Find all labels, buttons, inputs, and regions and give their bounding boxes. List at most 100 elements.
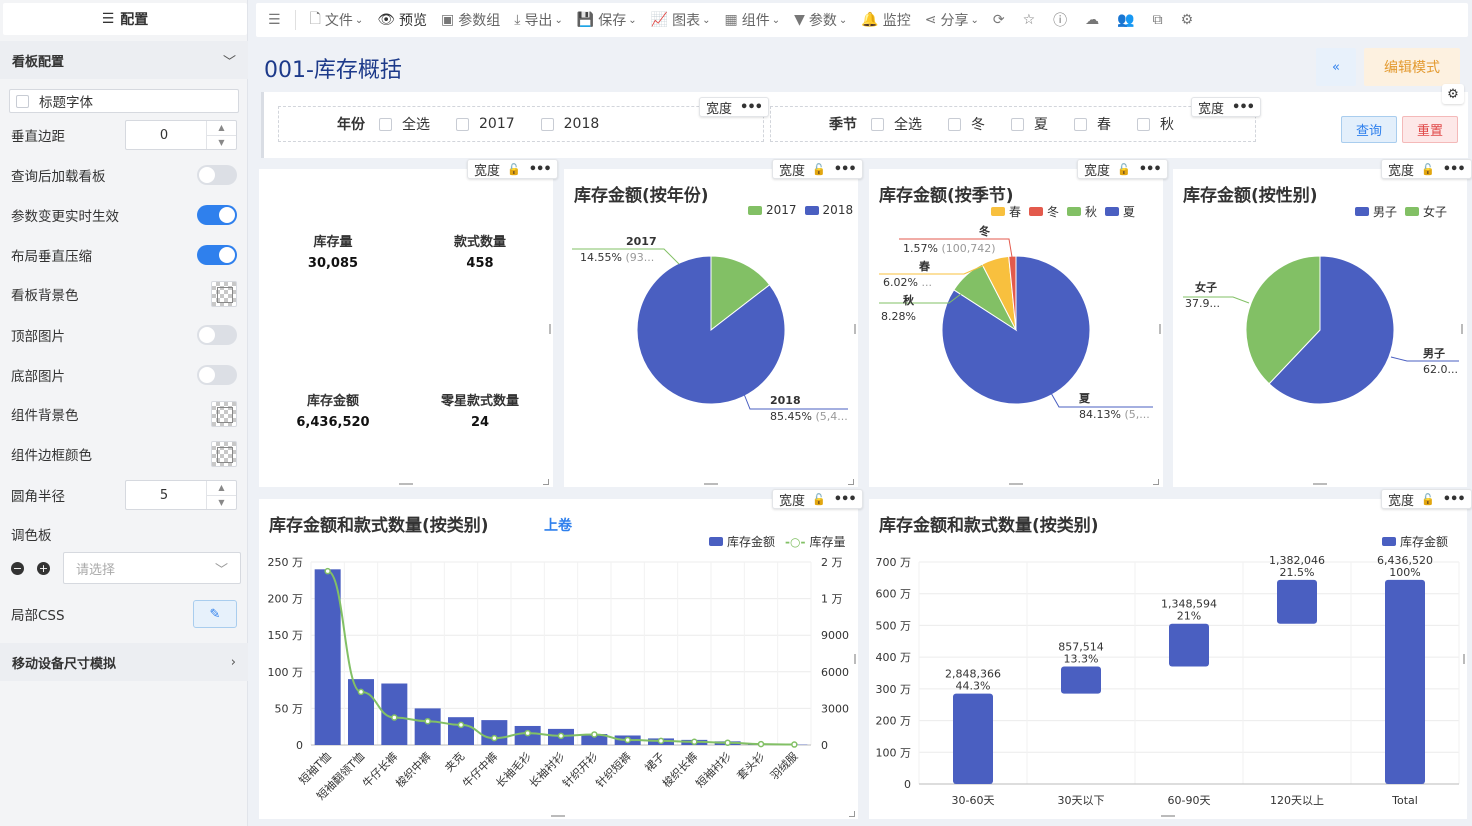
more-icon[interactable]: ••• — [740, 100, 763, 115]
cloud-icon[interactable]: ☁ — [1085, 12, 1099, 28]
pie-season-width-tag[interactable]: 宽度 🔓 ••• — [1077, 159, 1168, 179]
param-menu[interactable]: ▼ 参数 ⌄ — [794, 10, 847, 30]
kpi-width-tag[interactable]: 宽度 🔓 ••• — [467, 159, 558, 179]
title-font-checkbox[interactable]: 标题字体 — [9, 89, 239, 113]
resize-handle[interactable] — [1463, 654, 1465, 664]
resize-corner[interactable] — [849, 811, 855, 817]
increment-icon[interactable]: ▲ — [207, 121, 236, 136]
season-option-spring[interactable]: 春 — [1074, 114, 1111, 134]
waterfall-width-tag[interactable]: 宽度 🔓 ••• — [1381, 489, 1472, 509]
layout-compress-label: 布局垂直压缩 — [11, 249, 92, 265]
resize-handle[interactable] — [551, 815, 565, 817]
gear-icon[interactable]: ⚙ — [1442, 84, 1464, 104]
resize-corner[interactable] — [1153, 479, 1159, 485]
decrement-icon[interactable]: ▼ — [207, 136, 236, 150]
year-option-2018[interactable]: 2018 — [540, 116, 599, 132]
more-icon[interactable]: ••• — [529, 162, 552, 177]
season-option-winter[interactable]: 冬 — [948, 114, 985, 134]
season-option-autumn[interactable]: 秋 — [1137, 114, 1174, 134]
widget-menu[interactable]: ▦ 组件 ⌄ — [724, 10, 780, 30]
palette-select[interactable]: 请选择 ﹀ — [63, 552, 241, 584]
unlock-icon[interactable]: 🔓 — [1117, 163, 1131, 176]
season-option-all[interactable]: 全选 — [871, 114, 922, 134]
vertical-margin-input[interactable]: 0 ▲ ▼ — [125, 120, 237, 150]
remove-icon[interactable]: − — [11, 561, 24, 575]
collapse-button[interactable]: « — [1316, 48, 1356, 86]
category-bar-width-tag[interactable]: 宽度 🔓 ••• — [772, 489, 863, 509]
resize-handle[interactable] — [1161, 815, 1175, 817]
category-combo-chart: 250 万 2 万 200 万 1 万 150 万 9000 100 万 6000 50 万 30… — [268, 556, 850, 803]
save-menu[interactable]: 💾 保存 ⌄ — [577, 10, 637, 30]
more-icon[interactable]: ••• — [834, 492, 857, 507]
resize-handle[interactable] — [1461, 324, 1463, 334]
more-icon[interactable]: ••• — [1139, 162, 1162, 177]
pie-gender-width-tag[interactable]: 宽度 🔓 ••• — [1381, 159, 1472, 179]
param-realtime-label: 参数变更实时生效 — [11, 209, 119, 225]
load-after-query-toggle[interactable] — [197, 165, 237, 185]
season-filter-width-tag[interactable]: 宽度 ••• — [1191, 97, 1261, 117]
resize-corner[interactable] — [848, 479, 854, 485]
resize-handle[interactable] — [1009, 483, 1023, 485]
kpi-stock-qty: 库存量 30,085 — [273, 231, 393, 271]
more-icon[interactable]: ••• — [1443, 162, 1466, 177]
star-icon[interactable]: ☆ — [1023, 12, 1036, 28]
resize-handle[interactable] — [1159, 324, 1161, 334]
export-menu[interactable]: ⤓ 导出 ⌄ — [514, 10, 563, 30]
data-label: 春 — [919, 259, 931, 273]
resize-handle[interactable] — [549, 324, 551, 334]
share-menu[interactable]: ⋖ 分享 ⌄ — [925, 10, 979, 30]
unlock-icon[interactable]: 🔓 — [812, 163, 826, 176]
resize-handle[interactable] — [704, 483, 718, 485]
section-mobile-sim[interactable]: 移动设备尺寸模拟 › — [0, 643, 248, 681]
resize-handle[interactable] — [854, 324, 856, 334]
query-button[interactable]: 查询 — [1341, 116, 1397, 143]
edit-css-button[interactable]: ✎ — [193, 600, 237, 628]
copy-icon[interactable]: ⧉ — [1153, 12, 1163, 28]
layout-compress-toggle[interactable] — [197, 245, 237, 265]
unlock-icon[interactable]: 🔓 — [812, 493, 826, 506]
radius-input[interactable]: 5 ▲ ▼ — [125, 480, 237, 510]
pie-year-width-tag[interactable]: 宽度 🔓 ••• — [772, 159, 863, 179]
board-bg-color-picker[interactable] — [211, 281, 237, 307]
add-icon[interactable]: + — [37, 561, 50, 575]
decrement-icon[interactable]: ▼ — [207, 496, 236, 510]
season-option-summer[interactable]: 夏 — [1011, 114, 1048, 134]
resize-handle[interactable] — [399, 483, 413, 485]
unlock-icon[interactable]: 🔓 — [507, 163, 521, 176]
gear-icon[interactable]: ⚙ — [1181, 12, 1194, 28]
pie-chart-gender: 女子 37.9... 男子 62.0... — [1183, 255, 1459, 405]
year-option-2017[interactable]: 2017 — [456, 116, 515, 132]
preview-button[interactable]: 👁 预览 — [377, 10, 427, 30]
unlock-icon[interactable]: 🔓 — [1421, 163, 1435, 176]
waterfall-bar — [1277, 579, 1317, 624]
refresh-icon[interactable]: ⟳ — [993, 12, 1005, 28]
monitor-button[interactable]: 🔔 监控 — [861, 10, 910, 30]
param-realtime-toggle[interactable] — [197, 205, 237, 225]
resize-corner[interactable] — [543, 479, 549, 485]
widget-border-color-picker[interactable] — [211, 441, 237, 467]
unlock-icon[interactable]: 🔓 — [1421, 493, 1435, 506]
year-filter-width-tag[interactable]: 宽度 ••• — [699, 97, 769, 117]
widget-bg-color-picker[interactable] — [211, 401, 237, 427]
menu-icon[interactable]: ☰ — [268, 12, 281, 28]
resize-handle[interactable] — [854, 654, 856, 664]
year-option-all[interactable]: 全选 — [379, 114, 430, 134]
save-label: 保存 — [598, 13, 627, 29]
edit-mode-button[interactable]: 编辑模式 — [1364, 48, 1460, 86]
info-icon[interactable]: ⓘ — [1053, 10, 1067, 30]
reset-button[interactable]: 重置 — [1402, 116, 1458, 143]
chart-menu[interactable]: 📈 图表 ⌄ — [651, 10, 711, 30]
waterfall-bar — [1061, 666, 1101, 694]
file-menu[interactable]: 🗋 文件 ⌄ — [310, 8, 364, 32]
section-board-config[interactable]: 看板配置 ﹀ — [0, 41, 248, 79]
users-icon[interactable]: 👥 — [1117, 12, 1134, 28]
resize-handle[interactable] — [1313, 483, 1327, 485]
more-icon[interactable]: ••• — [834, 162, 857, 177]
more-icon[interactable]: ••• — [1232, 100, 1255, 115]
bottom-image-toggle[interactable] — [197, 365, 237, 385]
top-image-toggle[interactable] — [197, 325, 237, 345]
kpi-label: 款式数量 — [453, 235, 506, 250]
param-group-button[interactable]: ▣ 参数组 — [441, 10, 500, 30]
increment-icon[interactable]: ▲ — [207, 481, 236, 496]
more-icon[interactable]: ••• — [1443, 492, 1466, 507]
